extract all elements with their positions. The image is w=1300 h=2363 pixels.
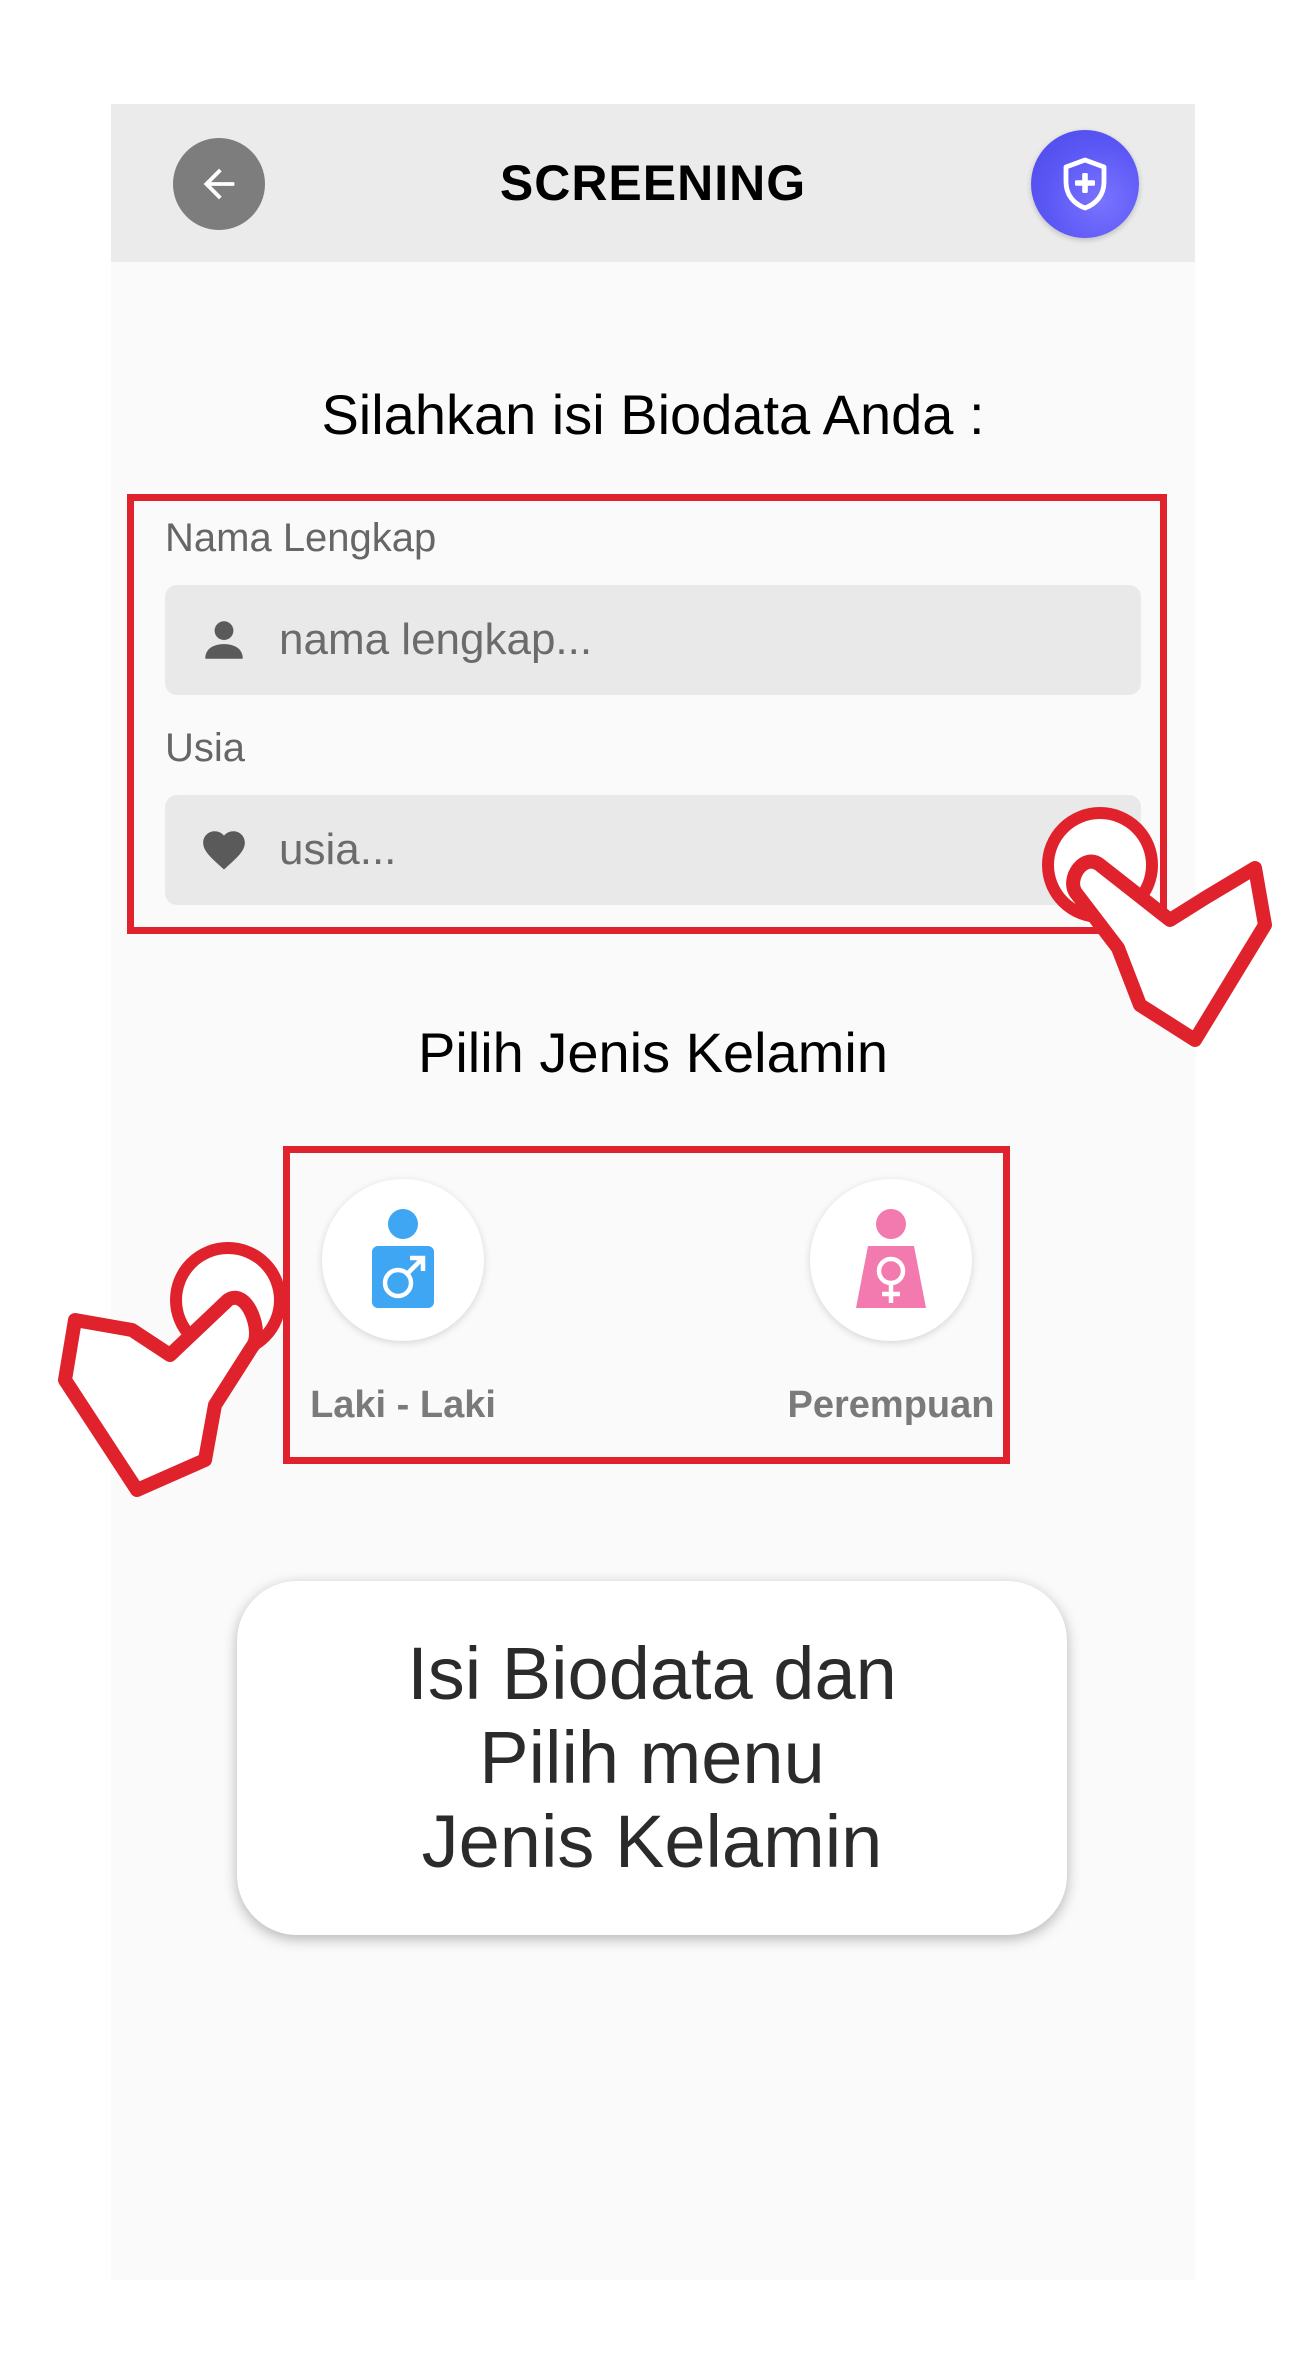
tap-hand-icon (1042, 807, 1272, 1047)
tap-hand-icon (58, 1242, 286, 1497)
app-bar: SCREENING (111, 104, 1195, 262)
callout-line: Jenis Kelamin (421, 1800, 883, 1883)
shield-button[interactable] (1031, 130, 1139, 238)
highlight-gender-box (283, 1146, 1010, 1464)
form-heading: Silahkan isi Biodata Anda : (321, 383, 985, 446)
shield-plus-icon (1063, 157, 1107, 211)
callout-line: Pilih menu (479, 1716, 825, 1799)
instruction-callout: Isi Biodata dan Pilih menu Jenis Kelamin (237, 1581, 1067, 1935)
callout-line: Isi Biodata dan (407, 1632, 897, 1715)
highlight-biodata-box (127, 494, 1167, 934)
